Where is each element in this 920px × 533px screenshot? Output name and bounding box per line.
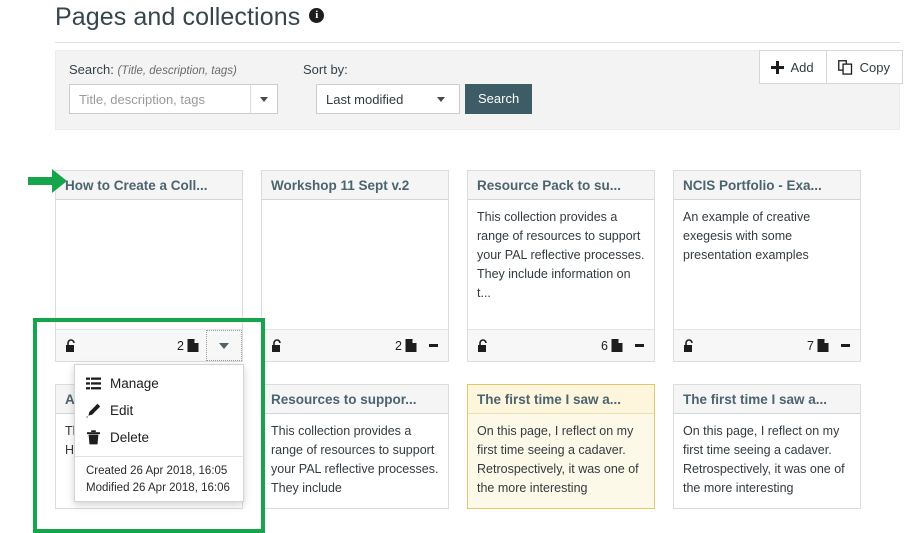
unlocked-icon xyxy=(683,338,695,353)
search-input[interactable]: Title, description, tags xyxy=(70,85,250,113)
search-hint: (Title, description, tags) xyxy=(117,65,237,77)
info-icon[interactable]: i xyxy=(309,8,325,23)
pages-icon xyxy=(405,338,418,353)
page-count: 7 xyxy=(807,338,814,353)
copy-button-label: Copy xyxy=(859,59,890,75)
page-header: Pages and collections i xyxy=(55,2,900,32)
chevron-down-icon xyxy=(437,97,445,102)
collection-card[interactable]: How to Create a Coll... 2 xyxy=(55,170,243,362)
menu-item-label: Delete xyxy=(110,430,150,445)
menu-item-label: Manage xyxy=(110,376,159,391)
card-description: This collection provides a range of reso… xyxy=(271,424,439,495)
unlocked-icon xyxy=(65,338,77,353)
card-title[interactable]: NCIS Portfolio - Exa... xyxy=(674,171,860,200)
copy-button[interactable]: Copy xyxy=(826,50,903,84)
menu-item-manage[interactable]: Manage xyxy=(75,370,243,397)
card-description xyxy=(262,200,448,329)
sort-label: Sort by: xyxy=(303,62,348,77)
pages-icon xyxy=(817,338,830,353)
modified-timestamp: Modified 26 Apr 2018, 16:06 xyxy=(86,482,230,494)
unlocked-icon xyxy=(477,338,489,353)
menu-item-delete[interactable]: Delete xyxy=(75,424,243,451)
page-actions: Add Copy xyxy=(758,50,903,84)
card-title[interactable]: How to Create a Coll... xyxy=(56,171,242,200)
collection-card[interactable]: Resource Pack to su... This collection p… xyxy=(467,170,655,362)
search-button[interactable]: Search xyxy=(465,84,533,114)
chevron-down-icon xyxy=(260,97,268,102)
card-description: On this page, I reflect on my first time… xyxy=(468,414,654,508)
kebab-dot xyxy=(434,344,438,347)
card-description: This collection provides a range of reso… xyxy=(477,210,645,300)
collection-card[interactable]: The first time I saw a... On this page, … xyxy=(467,384,655,509)
page-count: 2 xyxy=(177,338,184,353)
menu-item-label: Edit xyxy=(110,403,134,418)
card-title[interactable]: Resources to suppor... xyxy=(262,385,448,414)
search-input-combo[interactable]: Title, description, tags xyxy=(69,84,278,114)
card-description xyxy=(56,200,242,329)
card-title[interactable]: Resource Pack to su... xyxy=(468,171,654,200)
card-title[interactable]: The first time I saw a... xyxy=(674,385,860,414)
card-description: On this page, I reflect on my first time… xyxy=(683,424,845,495)
list-icon xyxy=(86,376,101,391)
collection-card[interactable]: The first time I saw a... On this page, … xyxy=(673,384,861,509)
plus-icon xyxy=(770,60,784,74)
card-footer: 6 xyxy=(468,329,654,361)
title-divider xyxy=(55,42,900,43)
page-title: Pages and collections xyxy=(55,3,301,31)
add-button-label: Add xyxy=(790,59,814,75)
collection-card[interactable]: NCIS Portfolio - Exa... An example of cr… xyxy=(673,170,861,362)
pencil-icon xyxy=(86,403,101,418)
chevron-down-icon xyxy=(219,342,229,349)
collection-card[interactable]: Resources to suppor... This collection p… xyxy=(261,384,449,509)
card-description: An example of creative exegesis with som… xyxy=(683,210,811,262)
card-menu-button[interactable] xyxy=(418,330,448,362)
kebab-dot xyxy=(640,344,644,347)
page-count: 2 xyxy=(395,338,402,353)
pages-icon xyxy=(187,338,200,353)
copy-pages-icon xyxy=(837,59,853,75)
trash-icon xyxy=(86,430,101,445)
search-input-dropdown-button[interactable] xyxy=(250,84,278,114)
collection-card[interactable]: Workshop 11 Sept v.2 2 xyxy=(261,170,449,362)
pages-icon xyxy=(611,338,624,353)
search-controls-row: Title, description, tags Last modified S… xyxy=(69,84,533,114)
card-footer: 7 xyxy=(674,329,860,361)
card-footer: 2 xyxy=(262,329,448,361)
search-label: Search: (Title, description, tags) xyxy=(69,62,237,77)
menu-timestamps: Created 26 Apr 2018, 16:05 Modified 26 A… xyxy=(75,457,243,501)
kebab-dot xyxy=(846,344,850,347)
unlocked-icon xyxy=(271,338,283,353)
created-timestamp: Created 26 Apr 2018, 16:05 xyxy=(86,465,228,477)
card-title[interactable]: Workshop 11 Sept v.2 xyxy=(262,171,448,200)
page-count: 6 xyxy=(601,338,608,353)
card-context-menu[interactable]: Manage Edit Delete Created 26 Apr 2018, … xyxy=(74,364,244,502)
card-menu-button[interactable] xyxy=(624,330,654,362)
menu-item-edit[interactable]: Edit xyxy=(75,397,243,424)
search-label-text: Search: xyxy=(69,62,114,77)
sort-selected-value: Last modified xyxy=(326,92,404,107)
sort-select[interactable]: Last modified xyxy=(316,84,460,114)
card-footer: 2 xyxy=(56,329,242,361)
card-menu-toggle[interactable] xyxy=(206,330,242,361)
add-button[interactable]: Add xyxy=(758,50,827,84)
card-menu-button[interactable] xyxy=(830,330,860,362)
card-title[interactable]: The first time I saw a... xyxy=(468,385,654,414)
